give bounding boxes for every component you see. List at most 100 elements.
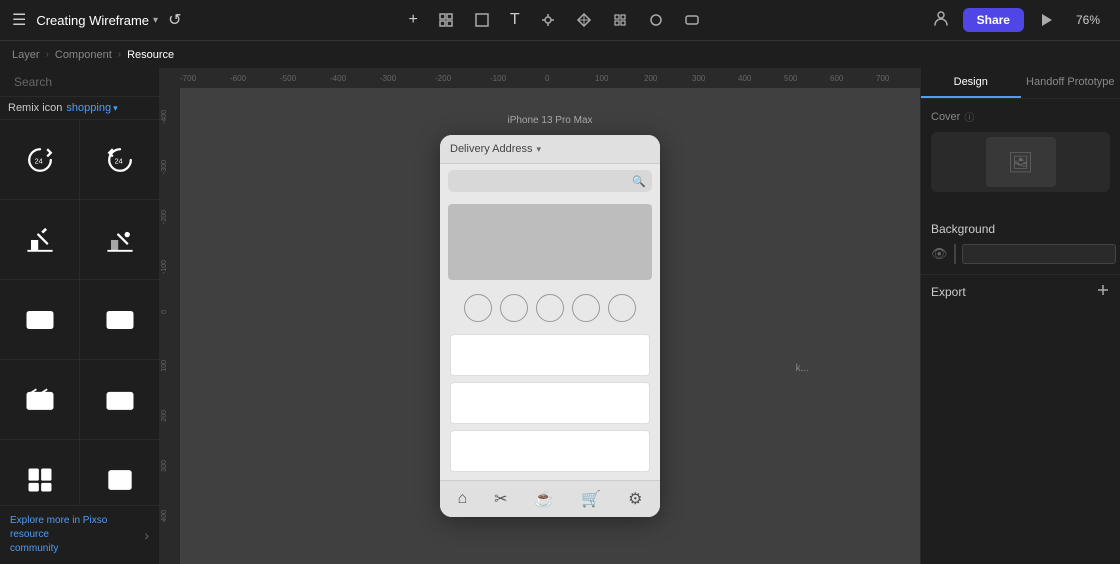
wireframe-search-icon: 🔍 <box>632 175 646 188</box>
circle-item[interactable] <box>464 294 492 322</box>
cover-preview: 🖼 <box>931 132 1110 192</box>
add-button[interactable]: + <box>402 7 423 33</box>
card-item[interactable] <box>450 430 650 472</box>
hex-input[interactable]: E5E5E5 <box>962 244 1116 264</box>
title-text: Creating Wireframe <box>36 13 149 28</box>
wireframe-search-box[interactable]: 🔍 <box>448 170 652 192</box>
icon-cell[interactable] <box>80 280 159 360</box>
tab-handoff-prototype[interactable]: Handoff Prototype <box>1021 68 1120 98</box>
phone-inner: Delivery Address ▾ 🔍 <box>440 135 660 517</box>
explore-text: Explore more in Pixso resource community <box>10 514 144 556</box>
canvas-note: k... <box>796 363 809 374</box>
filter-label: Remix icon <box>8 102 62 114</box>
ruler-horizontal: -700 -600 -500 -400 -300 -200 -100 0 100… <box>160 68 920 88</box>
title-dropdown-icon[interactable]: ▾ <box>153 15 158 26</box>
breadcrumb-resource[interactable]: Resource <box>127 49 174 61</box>
svg-text:24: 24 <box>114 156 122 165</box>
left-panel: ≡ Remix icon shopping ▾ 24 24 <box>0 68 160 564</box>
search-row: 🔍 <box>440 164 660 198</box>
circles-row <box>440 286 660 330</box>
canvas-content: iPhone 13 Pro Max Delivery Address ▾ 🔍 <box>180 88 920 564</box>
card-item[interactable] <box>450 334 650 376</box>
zoom-level[interactable]: 76% <box>1068 9 1108 31</box>
toolbar-center: + T <box>402 7 705 33</box>
export-row: Export <box>921 274 1120 308</box>
ruler-vertical: -400 -300 -200 -100 0 100 200 300 400 <box>160 88 180 564</box>
delivery-chevron-icon: ▾ <box>537 144 542 155</box>
cover-preview-inner: 🖼 <box>986 137 1056 187</box>
icon-grid: 24 24 $ <box>0 120 159 505</box>
circle-item[interactable] <box>572 294 600 322</box>
topbar-left: ☰ Creating Wireframe ▾ ↺ <box>12 10 181 30</box>
search-input[interactable] <box>14 75 169 89</box>
svg-text:$: $ <box>112 396 116 405</box>
explore-bar: Explore more in Pixso resource community… <box>0 505 159 564</box>
icon-cell[interactable]: $ <box>80 360 159 440</box>
delivery-header: Delivery Address ▾ <box>440 135 660 164</box>
cover-info-icon[interactable]: ⓘ <box>964 109 974 124</box>
icon-cell[interactable] <box>0 440 80 505</box>
breadcrumb-layer[interactable]: Layer <box>12 49 40 61</box>
nav-home-icon[interactable]: ⌂ <box>457 490 467 508</box>
visibility-toggle[interactable]: 👁 <box>931 246 948 262</box>
icon-cell[interactable]: 24 <box>80 120 159 200</box>
svg-text:24: 24 <box>34 156 42 165</box>
right-panel: Design Handoff Prototype Cover ⓘ 🖼 Backg… <box>920 68 1120 564</box>
circle-item[interactable] <box>608 294 636 322</box>
icon-cell[interactable] <box>80 440 159 505</box>
background-section: Background 👁 E5E5E5 100 % <box>921 212 1120 274</box>
cover-placeholder-icon: 🖼 <box>1008 150 1033 175</box>
bottom-nav: ⌂ ✂ ☕ 🛒 ⚙ <box>440 480 660 517</box>
menu-icon[interactable]: ☰ <box>12 10 26 30</box>
icon-cell[interactable]: 24 <box>0 120 80 200</box>
history-icon[interactable]: ↺ <box>168 10 181 30</box>
frame-tool-button[interactable] <box>432 8 460 32</box>
circle-item[interactable] <box>500 294 528 322</box>
cover-section: Cover ⓘ 🖼 <box>921 99 1120 212</box>
filter-bar: Remix icon shopping ▾ <box>0 97 159 120</box>
nav-tools-icon[interactable]: ✂ <box>494 489 507 509</box>
background-row: 👁 E5E5E5 100 % <box>931 244 1110 264</box>
device-label: iPhone 13 Pro Max <box>440 115 660 126</box>
play-button[interactable] <box>1032 8 1060 32</box>
search-bar: ≡ <box>0 68 159 97</box>
card-item[interactable] <box>450 382 650 424</box>
main-area: ≡ Remix icon shopping ▾ 24 24 <box>0 68 1120 564</box>
app-title: Creating Wireframe ▾ <box>36 13 158 28</box>
grid-tool-button[interactable] <box>606 8 634 32</box>
icon-cell[interactable] <box>0 280 80 360</box>
profile-button[interactable] <box>927 4 955 37</box>
breadcrumb: Layer › Component › Resource <box>0 40 1120 68</box>
filter-chevron-icon: ▾ <box>113 103 118 114</box>
circle-item[interactable] <box>536 294 564 322</box>
nav-settings-icon[interactable]: ⚙ <box>628 489 642 509</box>
topbar: ☰ Creating Wireframe ▾ ↺ + T <box>0 0 1120 40</box>
nav-coffee-icon[interactable]: ☕ <box>534 489 554 509</box>
breadcrumb-component[interactable]: Component <box>55 49 112 61</box>
text-tool-button[interactable]: T <box>504 7 526 33</box>
nav-cart-icon[interactable]: 🛒 <box>581 489 601 509</box>
icon-cell[interactable] <box>0 360 80 440</box>
mask-tool-button[interactable] <box>678 8 706 32</box>
explore-arrow-icon[interactable]: › <box>144 527 149 543</box>
ellipse-tool-button[interactable] <box>642 8 670 32</box>
image-placeholder <box>448 204 652 280</box>
topbar-right: Share 76% <box>927 4 1108 37</box>
phone-frame[interactable]: Delivery Address ▾ 🔍 <box>440 135 660 517</box>
cover-section-title: Cover ⓘ <box>931 109 1110 124</box>
canvas[interactable]: -700 -600 -500 -400 -300 -200 -100 0 100… <box>160 68 920 564</box>
card-list <box>440 330 660 480</box>
tab-design[interactable]: Design <box>921 68 1021 98</box>
delivery-label: Delivery Address <box>450 143 533 155</box>
export-label: Export <box>931 285 966 299</box>
share-button[interactable]: Share <box>963 8 1024 32</box>
pen-tool-button[interactable] <box>534 8 562 32</box>
phone-container: iPhone 13 Pro Max Delivery Address ▾ 🔍 <box>440 135 660 517</box>
export-add-button[interactable] <box>1096 283 1110 300</box>
shape-tool-button[interactable] <box>468 8 496 32</box>
color-swatch[interactable] <box>954 244 956 264</box>
filter-tag[interactable]: shopping ▾ <box>66 102 117 114</box>
component-tool-button[interactable] <box>570 8 598 32</box>
icon-cell[interactable] <box>0 200 80 280</box>
icon-cell[interactable] <box>80 200 159 280</box>
